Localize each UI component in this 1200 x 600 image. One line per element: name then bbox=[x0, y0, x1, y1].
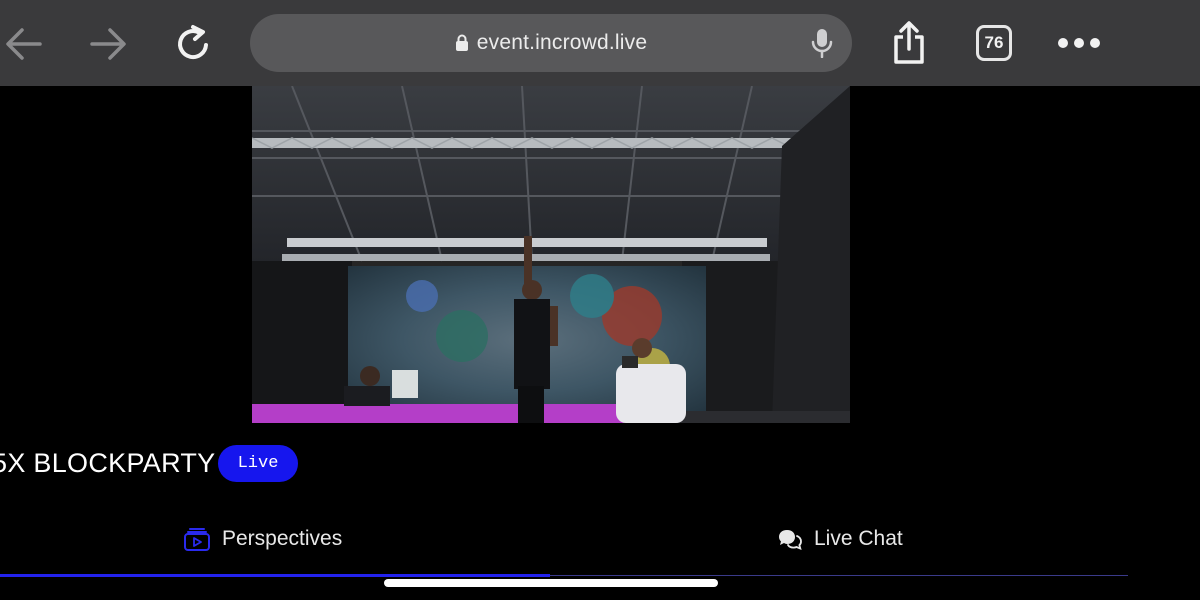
forward-button[interactable] bbox=[86, 22, 130, 66]
tab-perspectives[interactable]: Perspectives bbox=[184, 518, 342, 560]
tabs-button[interactable]: 76 bbox=[974, 24, 1014, 62]
video-player[interactable] bbox=[252, 86, 850, 423]
stage-video-frame bbox=[252, 86, 850, 423]
microphone-icon[interactable] bbox=[810, 28, 834, 58]
home-indicator[interactable] bbox=[384, 579, 718, 587]
live-badge: Live bbox=[218, 445, 298, 482]
more-button[interactable] bbox=[1054, 30, 1104, 56]
address-bar[interactable]: event.incrowd.live bbox=[250, 14, 852, 72]
reload-icon bbox=[178, 25, 208, 60]
perspectives-icon bbox=[184, 528, 210, 551]
share-icon bbox=[894, 21, 924, 64]
lock-icon bbox=[455, 34, 468, 51]
forward-arrow-icon bbox=[90, 28, 126, 60]
back-button[interactable] bbox=[2, 22, 46, 66]
tab-count-badge: 76 bbox=[976, 25, 1012, 61]
active-tab-indicator bbox=[0, 574, 550, 577]
url-text: event.incrowd.live bbox=[476, 31, 648, 54]
more-dots-icon bbox=[1058, 38, 1100, 48]
back-arrow-icon bbox=[6, 28, 42, 60]
chat-bubbles-icon bbox=[779, 530, 802, 550]
share-button[interactable] bbox=[886, 18, 932, 68]
tab-live-chat[interactable]: Live Chat bbox=[778, 518, 903, 560]
tab-perspectives-label: Perspectives bbox=[222, 527, 343, 550]
browser-toolbar: event.incrowd.live 76 bbox=[0, 0, 1200, 86]
tab-live-chat-label: Live Chat bbox=[814, 527, 903, 550]
reload-button[interactable] bbox=[170, 20, 216, 66]
event-title: 5X BLOCKPARTY bbox=[0, 448, 216, 478]
